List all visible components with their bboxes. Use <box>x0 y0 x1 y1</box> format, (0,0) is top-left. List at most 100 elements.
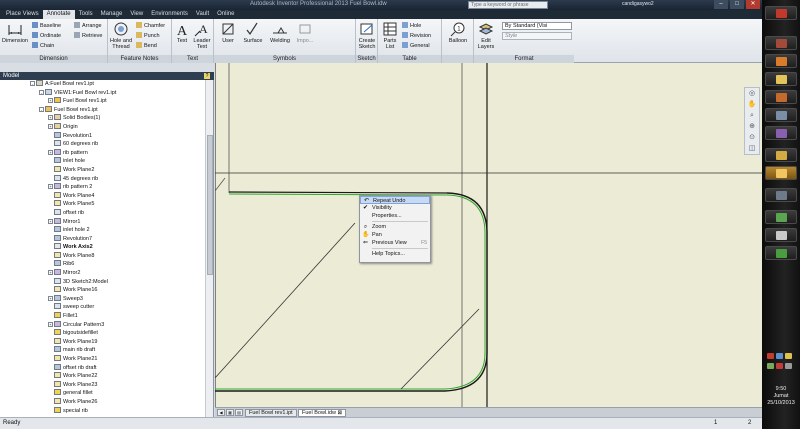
taskbar-app-3[interactable] <box>765 72 797 86</box>
tree-node[interactable]: Fillet1 <box>0 312 206 321</box>
tree-node[interactable]: 3D Sketch2:Model <box>0 277 206 287</box>
taskbar-app-2[interactable] <box>765 54 797 68</box>
expand-icon[interactable]: + <box>48 98 53 104</box>
tree-node[interactable]: - Fuel Bowl rev1.ipt <box>0 105 206 115</box>
browser-title[interactable]: Model <box>3 73 19 79</box>
tree-node[interactable]: general fillet <box>0 389 206 398</box>
tree-node[interactable]: Rib6 <box>0 260 206 269</box>
clock[interactable]: 9:50 Jumat 25/10/2013 <box>762 386 800 407</box>
taskbar-app-10[interactable] <box>765 210 797 224</box>
menu-item-visibility[interactable]: ✔ Visibility <box>360 204 430 212</box>
tab-environments[interactable]: Environments <box>147 10 192 19</box>
retrieve-button[interactable]: Retrieve <box>74 32 102 40</box>
menu-item-properties[interactable]: Properties... <box>360 212 430 220</box>
taskbar-app-5[interactable] <box>765 108 797 122</box>
menu-item-zoom[interactable]: ⌕ Zoom <box>360 223 430 231</box>
general-table-button[interactable]: General <box>402 42 430 50</box>
steering-wheel-icon[interactable]: ◎ <box>745 89 759 99</box>
tree-node[interactable]: Work Plane26 <box>0 397 206 407</box>
maximize-button[interactable]: □ <box>730 0 744 9</box>
collapse-icon[interactable]: - <box>39 106 44 112</box>
balloon-button[interactable]: 1 Balloon <box>446 21 470 44</box>
close-button[interactable]: ✕ <box>746 0 760 9</box>
doc-tab-part[interactable]: Fuel Bowl rev1.ipt <box>245 409 297 417</box>
welding-button[interactable]: Welding <box>268 21 292 44</box>
collapse-icon[interactable]: - <box>30 81 35 86</box>
tree-node[interactable]: + Fuel Bowl rev1.ipt <box>0 97 206 106</box>
tree-node[interactable]: inlet hole 2 <box>0 226 206 235</box>
tray-icon-5[interactable] <box>776 363 783 369</box>
leader-text-button[interactable]: A Leader Text <box>192 21 212 50</box>
tab-tools[interactable]: Tools <box>75 10 97 19</box>
minimize-button[interactable]: – <box>714 0 728 9</box>
tree-node[interactable]: 45 degrees rib <box>0 174 206 184</box>
taskbar-app-6[interactable] <box>765 126 797 140</box>
tab-place-views[interactable]: Place Views <box>2 10 43 19</box>
parts-list-button[interactable]: Parts List <box>380 21 400 50</box>
expand-icon[interactable]: + <box>48 123 53 129</box>
zoom-icon[interactable]: ⌕ <box>745 111 759 121</box>
tree-node[interactable]: + rib pattern <box>0 148 206 158</box>
tree-node[interactable]: Work Axis2 <box>0 243 206 252</box>
chain-button[interactable]: Chain <box>32 42 54 50</box>
hole-table-button[interactable]: Hole <box>402 22 421 30</box>
tab-annotate[interactable]: Annotate <box>42 10 75 19</box>
revision-table-button[interactable]: Revision <box>402 32 431 40</box>
taskbar-app-7[interactable] <box>765 148 797 162</box>
tree-node[interactable]: Work Plane22 <box>0 372 206 381</box>
punch-button[interactable]: Punch <box>136 32 160 40</box>
tray-icon-2[interactable] <box>776 353 783 359</box>
tab-online[interactable]: Online <box>213 10 238 19</box>
menu-item-previous-view[interactable]: ⇐ Previous View F5 <box>360 239 430 247</box>
tree-node[interactable]: Work Plane4 <box>0 191 206 201</box>
tree-node[interactable]: + Circular Pattern3 <box>0 320 206 330</box>
zoom-all-icon[interactable]: ⊙ <box>745 133 759 143</box>
arrange-button[interactable]: Arrange <box>74 22 102 30</box>
user-symbol-button[interactable]: User <box>217 21 239 44</box>
tree-node[interactable]: + rib pattern 2 <box>0 183 206 192</box>
tree-node[interactable]: + Mirror1 <box>0 217 206 227</box>
tab-view[interactable]: View <box>126 10 147 19</box>
tree-node[interactable]: + Sweep3 <box>0 294 206 304</box>
create-sketch-button[interactable]: Create Sketch <box>357 21 377 50</box>
bend-button[interactable]: Bend <box>136 42 157 50</box>
tree-node[interactable]: offset rib <box>0 208 206 218</box>
graphics-window[interactable] <box>215 63 762 407</box>
expand-icon[interactable]: + <box>48 184 53 190</box>
tree-node[interactable]: + Origin <box>0 122 206 132</box>
taskbar-app-8[interactable] <box>765 166 797 180</box>
taskbar-app-4[interactable] <box>765 90 797 104</box>
tree-node[interactable]: main rib draft <box>0 346 206 355</box>
text-button[interactable]: A Text <box>173 21 191 44</box>
surface-button[interactable]: Surface <box>242 21 264 44</box>
tree-node[interactable]: sweep cutter <box>0 303 206 312</box>
collapse-icon[interactable]: - <box>39 89 44 95</box>
browser-scrollbar[interactable] <box>205 80 213 419</box>
tray-icon-6[interactable] <box>785 363 792 369</box>
tree-node[interactable]: + Solid Bodies(1) <box>0 114 206 123</box>
taskbar-app-11[interactable] <box>765 228 797 242</box>
style-select[interactable]: Style <box>502 32 572 40</box>
tree-node[interactable]: Revolution1 <box>0 131 206 141</box>
tree-node[interactable]: inlet hole <box>0 157 206 166</box>
expand-icon[interactable]: + <box>48 115 53 121</box>
tab-vault[interactable]: Vault <box>192 10 213 19</box>
taskbar-start[interactable] <box>765 6 797 20</box>
taskbar-app-9[interactable] <box>765 188 797 202</box>
menu-item-pan[interactable]: ✋ Pan <box>360 231 430 239</box>
zoom-window-icon[interactable]: ⊕ <box>745 122 759 132</box>
browser-help-icon[interactable]: ? <box>204 73 210 79</box>
tab-manage[interactable]: Manage <box>97 10 127 19</box>
taskbar-app-1[interactable] <box>765 36 797 50</box>
tree-node[interactable]: bigoutsidefillet <box>0 329 206 338</box>
expand-icon[interactable]: + <box>48 295 53 301</box>
tree-node[interactable]: - A:Fuel Bowl rev1.ipt <box>0 80 206 89</box>
tray-icon-1[interactable] <box>767 353 774 359</box>
user-name[interactable]: candigasywo2 <box>622 1 654 7</box>
tree-node[interactable]: + Mirror2 <box>0 269 206 278</box>
hole-thread-button[interactable]: Hole and Thread <box>109 21 133 50</box>
import-button[interactable]: Impo... <box>294 21 316 44</box>
tab-nav-left-icon[interactable]: ◀ <box>217 409 225 416</box>
doc-tab-drawing[interactable]: Fuel Bowl.idw ⊠ <box>298 409 347 417</box>
tree-node[interactable]: Work Plane5 <box>0 200 206 209</box>
